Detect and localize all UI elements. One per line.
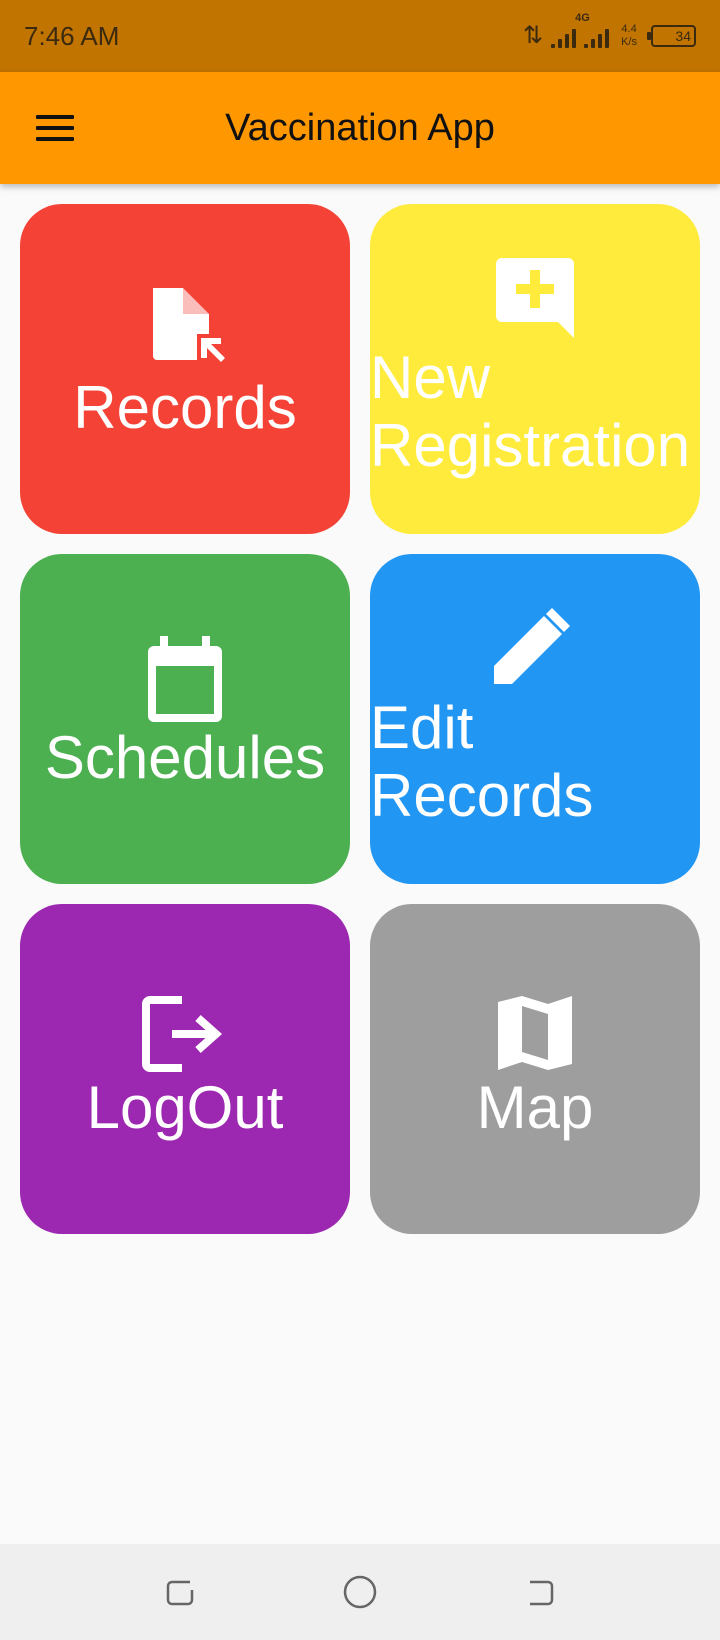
back-icon[interactable] — [520, 1572, 560, 1612]
edit-records-line1: Edit — [370, 694, 474, 761]
home-icon[interactable] — [340, 1572, 380, 1612]
network-speed: 4.4 K/s — [621, 23, 637, 49]
status-time: 7:46 AM — [24, 20, 120, 51]
file-pointer-icon — [153, 288, 225, 362]
edit-records-tile[interactable]: Edit Records — [370, 554, 700, 884]
new-registration-line1: New — [370, 344, 491, 411]
logout-tile[interactable]: LogOut — [20, 904, 350, 1234]
new-registration-tile[interactable]: New Registration — [370, 204, 700, 534]
speed-value: 4.4 — [621, 23, 637, 35]
map-label: Map — [476, 1074, 594, 1141]
records-label: Records — [73, 374, 297, 441]
logout-icon — [142, 996, 223, 1072]
app-title: Vaccination App — [225, 107, 495, 149]
hamburger-menu-icon[interactable] — [30, 112, 80, 144]
battery-level: 34 — [675, 28, 691, 44]
map-icon — [498, 996, 572, 1070]
schedules-tile[interactable]: Schedules — [20, 554, 350, 884]
status-indicators: ⇅ 4G 4.4 K/s 34 — [522, 12, 696, 49]
app-bar: Vaccination App — [0, 72, 720, 184]
data-transfer-icon: ⇅ — [522, 22, 544, 49]
signal-4g-icon: 4G — [551, 12, 590, 48]
speed-unit: K/s — [621, 36, 637, 48]
records-tile[interactable]: Records — [20, 204, 350, 534]
network-type: 4G — [575, 12, 590, 24]
pencil-icon — [494, 608, 570, 684]
schedules-label: Schedules — [44, 724, 326, 791]
recent-apps-icon[interactable] — [160, 1572, 200, 1612]
signal-icon — [584, 24, 610, 48]
system-nav-bar — [0, 1544, 720, 1640]
map-tile[interactable]: Map — [370, 904, 700, 1234]
edit-records-line2: Records — [370, 762, 594, 829]
dashboard-grid: Records New Registration Schedules Edit … — [0, 0, 720, 1640]
status-bar: 7:46 AM ⇅ 4G 4.4 K/s 34 — [0, 0, 720, 72]
logout-label: LogOut — [86, 1074, 284, 1141]
battery-icon: 34 — [647, 25, 696, 47]
calendar-icon — [148, 636, 222, 722]
new-registration-line2: Registration — [370, 412, 691, 479]
add-comment-icon — [496, 258, 574, 338]
